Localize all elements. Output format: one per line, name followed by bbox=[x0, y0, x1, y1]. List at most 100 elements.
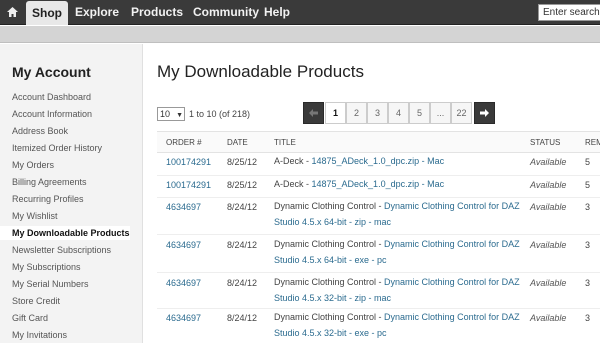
table-row: 4634697 8/24/12 Dynamic Clothing Control… bbox=[157, 273, 600, 309]
column-title: TITLE bbox=[274, 138, 296, 147]
nav-shop[interactable]: Shop bbox=[26, 1, 68, 25]
sidebar-item-store-credit[interactable]: Store Credit bbox=[12, 296, 60, 306]
page-4[interactable]: 4 bbox=[388, 102, 409, 124]
sidebar-item-my-invitations[interactable]: My Invitations bbox=[12, 330, 67, 340]
page-1[interactable]: 1 bbox=[325, 102, 346, 124]
sidebar-item-address-book[interactable]: Address Book bbox=[12, 126, 68, 136]
column-order: ORDER # bbox=[166, 138, 202, 147]
sidebar-item-my-orders[interactable]: My Orders bbox=[12, 160, 54, 170]
product-name: A-Deck - bbox=[274, 179, 312, 189]
order-link[interactable]: 100174291 bbox=[166, 157, 211, 167]
remaining-count: 5 bbox=[585, 180, 591, 190]
table-row: 4634697 8/24/12 Dynamic Clothing Control… bbox=[157, 235, 600, 273]
order-date: 8/24/12 bbox=[227, 313, 258, 323]
order-link[interactable]: 4634697 bbox=[166, 278, 201, 288]
download-link[interactable]: Dynamic Clothing Control for DAZ bbox=[384, 201, 520, 211]
download-link-line2[interactable]: Studio 4.5.x 64-bit - exe - pc bbox=[274, 255, 387, 265]
sidebar-item-account-information[interactable]: Account Information bbox=[12, 109, 92, 119]
remaining-count: 3 bbox=[585, 202, 591, 212]
order-link[interactable]: 4634697 bbox=[166, 202, 201, 212]
sidebar-item-my-subscriptions[interactable]: My Subscriptions bbox=[12, 262, 81, 272]
arrow-left-icon bbox=[309, 109, 318, 117]
product-title: Dynamic Clothing Control - Dynamic Cloth… bbox=[274, 198, 520, 230]
order-link[interactable]: 4634697 bbox=[166, 313, 201, 323]
table-header: ORDER # DATE TITLE STATUS REM bbox=[157, 131, 600, 153]
per-page-select[interactable]: 10 ▼ bbox=[157, 107, 185, 121]
page-2[interactable]: 2 bbox=[346, 102, 367, 124]
search-input[interactable]: Enter search k bbox=[538, 4, 600, 21]
order-date: 8/24/12 bbox=[227, 202, 258, 212]
sidebar-item-billing-agreements[interactable]: Billing Agreements bbox=[12, 177, 87, 187]
download-link[interactable]: 14875_ADeck_1.0_dpc.zip - Mac bbox=[312, 179, 445, 189]
sub-bar bbox=[0, 26, 600, 43]
sidebar-item-recurring-profiles[interactable]: Recurring Profiles bbox=[12, 194, 84, 204]
order-date: 8/24/12 bbox=[227, 240, 258, 250]
order-link[interactable]: 100174291 bbox=[166, 180, 211, 190]
order-link[interactable]: 4634697 bbox=[166, 240, 201, 250]
remaining-count: 3 bbox=[585, 278, 591, 288]
page-22[interactable]: 22 bbox=[451, 102, 472, 124]
next-page-button[interactable] bbox=[474, 102, 495, 124]
sidebar-item-newsletter-subscriptions[interactable]: Newsletter Subscriptions bbox=[12, 245, 111, 255]
column-remaining: REM bbox=[585, 138, 600, 147]
prev-page-button[interactable] bbox=[303, 102, 324, 124]
table-row: 4634697 8/24/12 Dynamic Clothing Control… bbox=[157, 309, 600, 343]
result-range: 1 to 10 (of 218) bbox=[189, 109, 251, 119]
sidebar-item-my-serial-numbers[interactable]: My Serial Numbers bbox=[12, 279, 89, 289]
sidebar-title: My Account bbox=[12, 64, 91, 80]
arrow-right-icon bbox=[480, 109, 489, 117]
status-text: Available bbox=[530, 240, 567, 250]
product-title: Dynamic Clothing Control - Dynamic Cloth… bbox=[274, 236, 520, 268]
column-date: DATE bbox=[227, 138, 248, 147]
remaining-count: 3 bbox=[585, 313, 591, 323]
remaining-count: 3 bbox=[585, 240, 591, 250]
product-title: A-Deck - 14875_ADeck_1.0_dpc.zip - Mac bbox=[274, 153, 444, 169]
sidebar-item-my-wishlist[interactable]: My Wishlist bbox=[12, 211, 58, 221]
download-link[interactable]: 14875_ADeck_1.0_dpc.zip - Mac bbox=[312, 156, 445, 166]
download-link-line2[interactable]: Studio 4.5.x 32-bit - exe - pc bbox=[274, 328, 387, 338]
table-row: 4634697 8/24/12 Dynamic Clothing Control… bbox=[157, 198, 600, 235]
status-text: Available bbox=[530, 157, 567, 167]
status-text: Available bbox=[530, 313, 567, 323]
product-name: A-Deck - bbox=[274, 156, 312, 166]
product-title: A-Deck - 14875_ADeck_1.0_dpc.zip - Mac bbox=[274, 176, 444, 192]
chevron-down-icon: ▼ bbox=[176, 112, 183, 119]
download-link[interactable]: Dynamic Clothing Control for DAZ bbox=[384, 312, 520, 322]
sidebar-item-account-dashboard[interactable]: Account Dashboard bbox=[12, 92, 91, 102]
nav-community[interactable]: Community bbox=[187, 0, 265, 25]
table-row: 100174291 8/25/12 A-Deck - 14875_ADeck_1… bbox=[157, 153, 600, 176]
sidebar-item-itemized-order-history[interactable]: Itemized Order History bbox=[12, 143, 102, 153]
top-nav: Shop Explore Products Community Help Ent… bbox=[0, 0, 600, 25]
download-link[interactable]: Dynamic Clothing Control for DAZ bbox=[384, 239, 520, 249]
home-icon[interactable] bbox=[6, 6, 19, 19]
download-link-line2[interactable]: Studio 4.5.x 64-bit - zip - mac bbox=[274, 217, 391, 227]
page-3[interactable]: 3 bbox=[367, 102, 388, 124]
order-date: 8/25/12 bbox=[227, 157, 258, 167]
status-text: Available bbox=[530, 278, 567, 288]
sidebar-item-my-downloadable-products[interactable]: My Downloadable Products bbox=[0, 226, 130, 240]
status-text: Available bbox=[530, 180, 567, 190]
page-title: My Downloadable Products bbox=[157, 62, 364, 81]
column-status: STATUS bbox=[530, 138, 561, 147]
product-name: Dynamic Clothing Control - bbox=[274, 239, 385, 249]
order-date: 8/25/12 bbox=[227, 180, 258, 190]
page-ellipsis: ... bbox=[430, 102, 451, 124]
product-name: Dynamic Clothing Control - bbox=[274, 312, 385, 322]
sidebar-item-gift-card[interactable]: Gift Card bbox=[12, 313, 48, 323]
status-text: Available bbox=[530, 202, 567, 212]
product-title: Dynamic Clothing Control - Dynamic Cloth… bbox=[274, 274, 520, 306]
page-5[interactable]: 5 bbox=[409, 102, 430, 124]
download-link-line2[interactable]: Studio 4.5.x 32-bit - zip - mac bbox=[274, 293, 391, 303]
remaining-count: 5 bbox=[585, 157, 591, 167]
product-name: Dynamic Clothing Control - bbox=[274, 201, 385, 211]
download-link[interactable]: Dynamic Clothing Control for DAZ bbox=[384, 277, 520, 287]
product-name: Dynamic Clothing Control - bbox=[274, 277, 385, 287]
nav-products[interactable]: Products bbox=[125, 0, 189, 25]
per-page-value: 10 bbox=[160, 109, 171, 119]
product-title: Dynamic Clothing Control - Dynamic Cloth… bbox=[274, 309, 520, 341]
nav-help[interactable]: Help bbox=[258, 0, 296, 25]
table-row: 100174291 8/25/12 A-Deck - 14875_ADeck_1… bbox=[157, 176, 600, 198]
nav-explore[interactable]: Explore bbox=[69, 0, 125, 25]
pager-bar: 10 ▼ 1 to 10 (of 218) 1 2 3 4 5 ... 22 bbox=[157, 102, 600, 128]
order-date: 8/24/12 bbox=[227, 278, 258, 288]
